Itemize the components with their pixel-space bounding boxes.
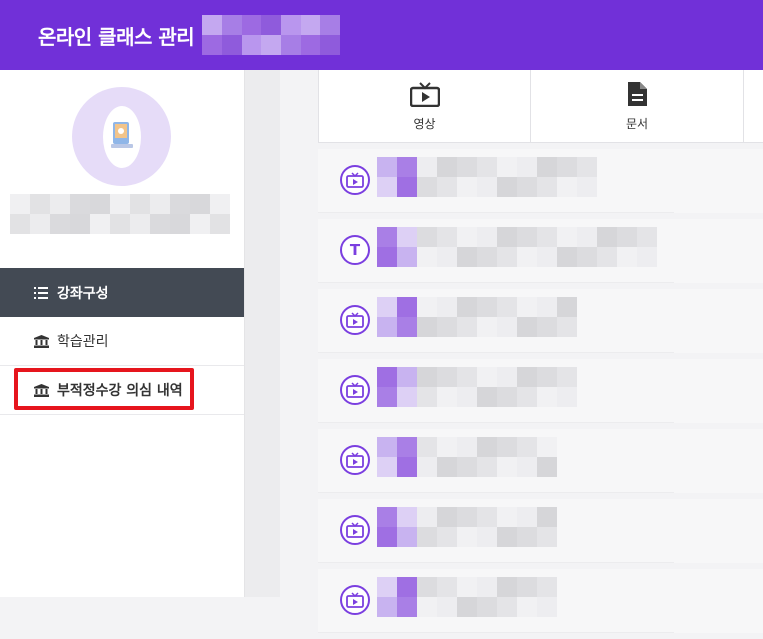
tv-icon (340, 445, 370, 475)
institution-icon (33, 334, 49, 348)
sidebar-item-course-structure[interactable]: 강좌구성 (0, 268, 244, 317)
sidebar-item-label: 강좌구성 (57, 285, 109, 302)
text-icon: T (340, 235, 370, 265)
row-filler (674, 149, 763, 213)
sidebar-nav: 강좌구성 학습관리 부적정수강 의심 내역 (0, 268, 244, 415)
lesson-row[interactable]: T (318, 219, 763, 283)
lesson-list: T (318, 149, 763, 639)
redacted-lesson-title (377, 157, 597, 197)
tab-video[interactable]: 영상 (318, 70, 531, 142)
tv-icon (340, 375, 370, 405)
lesson-row[interactable] (318, 569, 763, 633)
page-title: 온라인 클래스 관리 (38, 24, 195, 49)
redacted-lesson-title (377, 577, 557, 617)
tab-document[interactable]: 문서 (531, 70, 744, 142)
lesson-row[interactable] (318, 499, 763, 563)
redacted-lesson-title (377, 227, 657, 267)
lesson-row[interactable] (318, 429, 763, 493)
sidebar-item-label: 학습관리 (57, 334, 109, 350)
tv-icon (340, 305, 370, 335)
avatar (72, 87, 171, 186)
top-header: 온라인 클래스 관리 (0, 0, 763, 70)
tab-label: 문서 (625, 116, 649, 131)
row-filler (674, 289, 763, 353)
tv-icon (340, 585, 370, 615)
sidebar-divider (244, 70, 280, 597)
main-content: 영상 문서 T (280, 70, 763, 633)
tv-icon (340, 515, 370, 545)
tv-icon (409, 81, 440, 107)
redacted-class-name (202, 15, 341, 55)
institution-icon (33, 383, 49, 397)
row-filler (674, 219, 763, 283)
redacted-lesson-title (377, 297, 577, 337)
lesson-row[interactable] (318, 359, 763, 423)
row-filler (674, 569, 763, 633)
sidebar-item-suspicious-attendance[interactable]: 부적정수강 의심 내역 (0, 366, 244, 415)
row-filler (674, 499, 763, 563)
list-icon (33, 286, 49, 300)
tab-label: 영상 (413, 116, 436, 131)
redacted-lesson-title (377, 437, 557, 477)
sidebar: 강좌구성 학습관리 부적정수강 의심 내역 (0, 70, 244, 597)
tv-icon (340, 165, 370, 195)
laptop-illustration-icon (110, 121, 133, 148)
sidebar-item-label: 부적정수강 의심 내역 (57, 383, 183, 399)
redacted-user-name (10, 194, 230, 234)
sidebar-item-learning-management[interactable]: 학습관리 (0, 317, 244, 366)
lesson-row[interactable] (318, 289, 763, 353)
lesson-row[interactable] (318, 149, 763, 213)
document-icon (628, 81, 647, 106)
row-filler (674, 429, 763, 493)
redacted-lesson-title (377, 507, 557, 547)
row-filler (674, 359, 763, 423)
avatar-image (102, 105, 141, 168)
redacted-lesson-title (377, 367, 577, 407)
content-type-tabs: 영상 문서 (318, 70, 763, 143)
